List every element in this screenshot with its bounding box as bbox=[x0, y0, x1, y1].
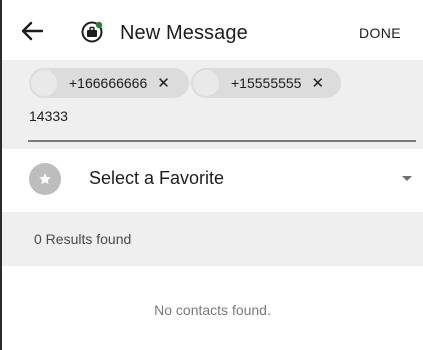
favorite-selector[interactable]: Select a Favorite bbox=[2, 149, 423, 209]
close-icon[interactable]: ✕ bbox=[157, 76, 170, 91]
dropdown-caret-icon bbox=[402, 176, 412, 181]
back-button[interactable] bbox=[18, 18, 46, 44]
app-bar: New Message DONE bbox=[2, 0, 423, 60]
done-button[interactable]: DONE bbox=[359, 25, 401, 41]
recipients-panel: +166666666 ✕ +15555555 ✕ 14333 bbox=[2, 60, 423, 149]
results-count: 0 Results found bbox=[34, 231, 132, 247]
recipient-input[interactable]: 14333 bbox=[29, 108, 68, 124]
recipient-chip[interactable]: +166666666 ✕ bbox=[29, 68, 189, 98]
favorite-label: Select a Favorite bbox=[89, 168, 225, 188]
back-arrow-icon bbox=[21, 21, 43, 41]
recipient-number: +166666666 bbox=[69, 75, 148, 91]
empty-state-text: No contacts found. bbox=[154, 302, 271, 318]
recipient-chip[interactable]: +15555555 ✕ bbox=[191, 68, 341, 98]
avatar-placeholder-icon bbox=[193, 70, 219, 96]
star-icon bbox=[29, 163, 61, 195]
new-message-screen: New Message DONE +166666666 ✕ +15555555 … bbox=[0, 0, 423, 350]
results-header: 0 Results found bbox=[2, 212, 423, 266]
recipient-number: +15555555 bbox=[231, 75, 302, 91]
briefcase-app-icon bbox=[81, 21, 103, 43]
avatar-placeholder-icon bbox=[31, 70, 57, 96]
page-title: New Message bbox=[120, 22, 248, 44]
input-underline bbox=[28, 140, 416, 142]
close-icon[interactable]: ✕ bbox=[311, 76, 324, 91]
